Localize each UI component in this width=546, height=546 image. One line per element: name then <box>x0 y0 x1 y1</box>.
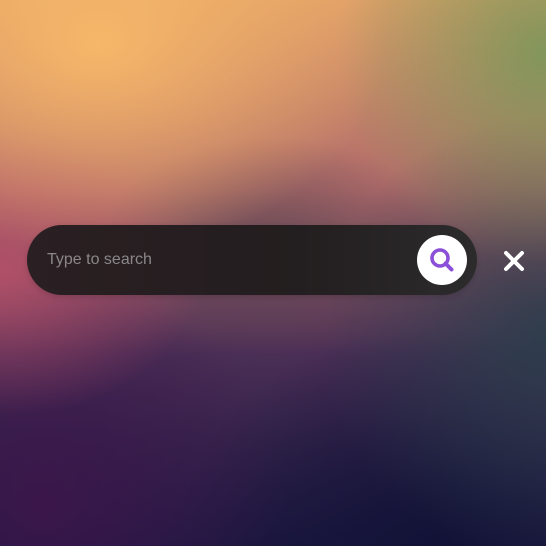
search-button[interactable] <box>417 235 467 285</box>
search-icon <box>428 246 456 274</box>
search-bar <box>27 225 477 295</box>
close-icon <box>502 249 526 273</box>
close-button[interactable] <box>498 245 530 277</box>
search-input[interactable] <box>47 225 407 295</box>
